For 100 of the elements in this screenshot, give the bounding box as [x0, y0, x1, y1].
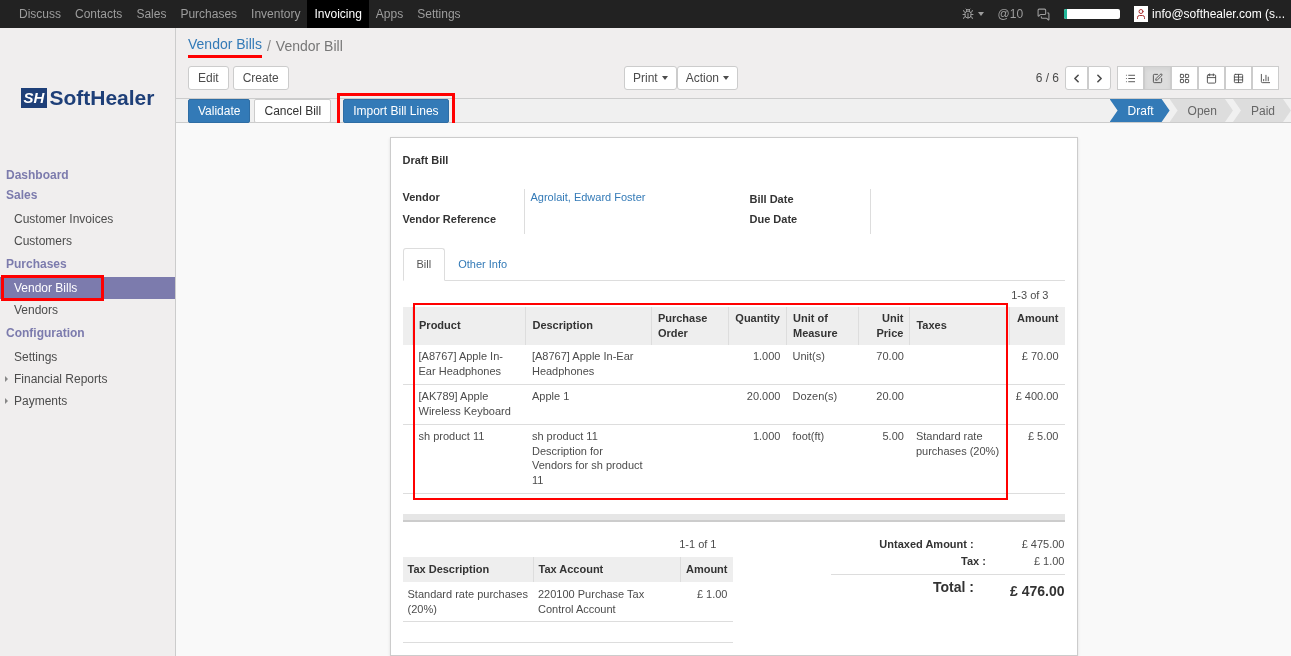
- column-header[interactable]: Tax Description: [402, 556, 533, 582]
- stage-step[interactable]: Paid: [1232, 99, 1291, 122]
- toolbar-button[interactable]: Create: [232, 66, 289, 90]
- table-icon: [1233, 72, 1244, 84]
- menu-item[interactable]: Invoicing: [307, 0, 369, 28]
- pager-text: 1-3 of 3: [1011, 287, 1049, 303]
- table-cell: Unit(s): [786, 345, 859, 385]
- total-label: Untaxed Amount :: [878, 537, 975, 552]
- view-switch-table[interactable]: [1225, 66, 1252, 90]
- vendor-link[interactable]: Agrolait, Edward Foster: [530, 188, 750, 205]
- edit-icon: [1152, 72, 1163, 84]
- menu-item[interactable]: Apps: [368, 0, 411, 28]
- logo: SH SoftHealer: [20, 82, 155, 114]
- caret-right-icon: [5, 398, 8, 404]
- column-header[interactable]: Description: [525, 307, 652, 345]
- table-cell: [A8767] Apple In-Ear Headphones: [525, 345, 652, 385]
- debug-menu[interactable]: [961, 8, 984, 20]
- sidebar-item[interactable]: Customers: [0, 230, 175, 252]
- view-switch-calendar[interactable]: [1198, 66, 1225, 90]
- column-header[interactable]: Purchase Order: [651, 307, 729, 345]
- table-cell: Standard rate purchases (20%): [402, 581, 533, 621]
- next-button[interactable]: [1088, 66, 1111, 90]
- bug-icon: [961, 8, 974, 20]
- table-cell: 1.000: [728, 345, 787, 385]
- table-cell: Dozen(s): [786, 384, 859, 425]
- table-cell: 20.00: [858, 384, 910, 425]
- sidebar-item[interactable]: Payments: [0, 390, 175, 412]
- breadcrumb-separator: /: [265, 36, 272, 56]
- grid-icon: [1179, 72, 1190, 84]
- column-header[interactable]: Unit of Measure: [786, 307, 859, 345]
- chat-icon[interactable]: [1037, 7, 1051, 21]
- view-switch-edit[interactable]: [1144, 66, 1171, 90]
- dropdown-button[interactable]: Action: [676, 66, 739, 90]
- view-switch-bar-chart[interactable]: [1252, 66, 1279, 90]
- stage-step[interactable]: Draft: [1109, 99, 1170, 122]
- header-button[interactable]: Validate: [188, 98, 251, 123]
- column-header[interactable]: Amount: [1009, 307, 1065, 345]
- pager-text: 1-1 of 1: [679, 537, 717, 552]
- list-view-icon: [1125, 72, 1136, 84]
- menu-item[interactable]: Sales: [129, 0, 174, 28]
- form-tab[interactable]: Bill: [402, 247, 446, 281]
- dropdown-button[interactable]: Print: [624, 66, 677, 90]
- table-cell: [AK789] Apple Wireless Keyboard: [412, 384, 526, 425]
- table-cell: £ 70.00: [1009, 345, 1065, 385]
- menu-item[interactable]: Purchases: [173, 0, 245, 28]
- total-value: £ 475.00: [1021, 537, 1065, 552]
- sidebar-section-title[interactable]: Sales: [0, 188, 175, 203]
- menu-item[interactable]: Settings: [410, 0, 468, 28]
- view-switch-grid[interactable]: [1171, 66, 1198, 90]
- sidebar-item[interactable]: Settings: [0, 346, 175, 368]
- column-header[interactable]: Unit Price: [858, 307, 910, 345]
- column-header[interactable]: Taxes: [909, 307, 1010, 345]
- caret-icon: [977, 12, 984, 16]
- stage-step[interactable]: Open: [1169, 99, 1233, 122]
- toolbar-button[interactable]: Edit: [188, 66, 229, 90]
- caret-right-icon: [5, 376, 8, 382]
- form-title: Draft Bill: [402, 153, 450, 168]
- header-button[interactable]: Cancel Bill: [254, 98, 332, 123]
- table-cell: Standard rate purchases (20%): [909, 424, 1010, 494]
- table-cell: £ 1.00: [680, 581, 733, 621]
- header-spacer: [402, 307, 413, 345]
- header-button[interactable]: Import Bill Lines: [343, 98, 449, 123]
- total-label: Total :: [932, 578, 975, 597]
- table-cell: sh product 11 Description for Vendors for sh product 11: [525, 424, 652, 494]
- field-label: Bill Date: [749, 191, 795, 207]
- column-header[interactable]: Quantity: [728, 307, 787, 345]
- sidebar-item[interactable]: Financial Reports: [0, 368, 175, 390]
- calendar-icon: [1206, 72, 1217, 84]
- caret-icon: [661, 76, 668, 80]
- table-cell: 1.000: [728, 424, 787, 494]
- view-switch-list-view[interactable]: [1117, 66, 1144, 90]
- pager-text: 6 / 6: [1035, 70, 1059, 87]
- current-page-title: Vendor Bill: [275, 36, 343, 56]
- table-cell: 5.00: [858, 424, 910, 494]
- sidebar-item[interactable]: Vendors: [0, 299, 175, 321]
- highlight-frame: Vendor Bills: [4, 278, 102, 298]
- field-label: Due Date: [749, 212, 799, 227]
- table-cell: Apple 1: [525, 384, 652, 425]
- column-header[interactable]: Tax Account: [533, 556, 681, 582]
- menu-item[interactable]: Discuss: [12, 0, 68, 28]
- menu-item[interactable]: Inventory: [244, 0, 308, 28]
- total-value: £ 476.00: [1010, 582, 1065, 601]
- column-header[interactable]: Amount: [680, 556, 733, 582]
- caret-icon: [723, 76, 730, 80]
- field-label: Vendor: [402, 189, 441, 205]
- user-menu[interactable]: info@softhealer.com (s...: [1152, 5, 1285, 23]
- total-value: £ 1.00: [1033, 554, 1065, 569]
- mentions-counter[interactable]: @10: [997, 5, 1024, 23]
- menu-item[interactable]: Contacts: [68, 0, 130, 28]
- table-cell: 20.000: [728, 384, 787, 425]
- breadcrumb-link[interactable]: Vendor Bills: [188, 34, 262, 58]
- table-cell: 70.00: [858, 345, 910, 385]
- avatar-icon: [1134, 6, 1149, 22]
- column-header[interactable]: Product: [412, 307, 526, 345]
- table-cell: £ 400.00: [1009, 384, 1065, 425]
- field-label: Vendor Reference: [402, 212, 498, 227]
- form-tab[interactable]: Other Info: [445, 247, 521, 281]
- previous-button[interactable]: [1065, 66, 1088, 90]
- sidebar-item[interactable]: Vendor Bills: [0, 277, 175, 299]
- sidebar-item[interactable]: Customer Invoices: [0, 208, 175, 230]
